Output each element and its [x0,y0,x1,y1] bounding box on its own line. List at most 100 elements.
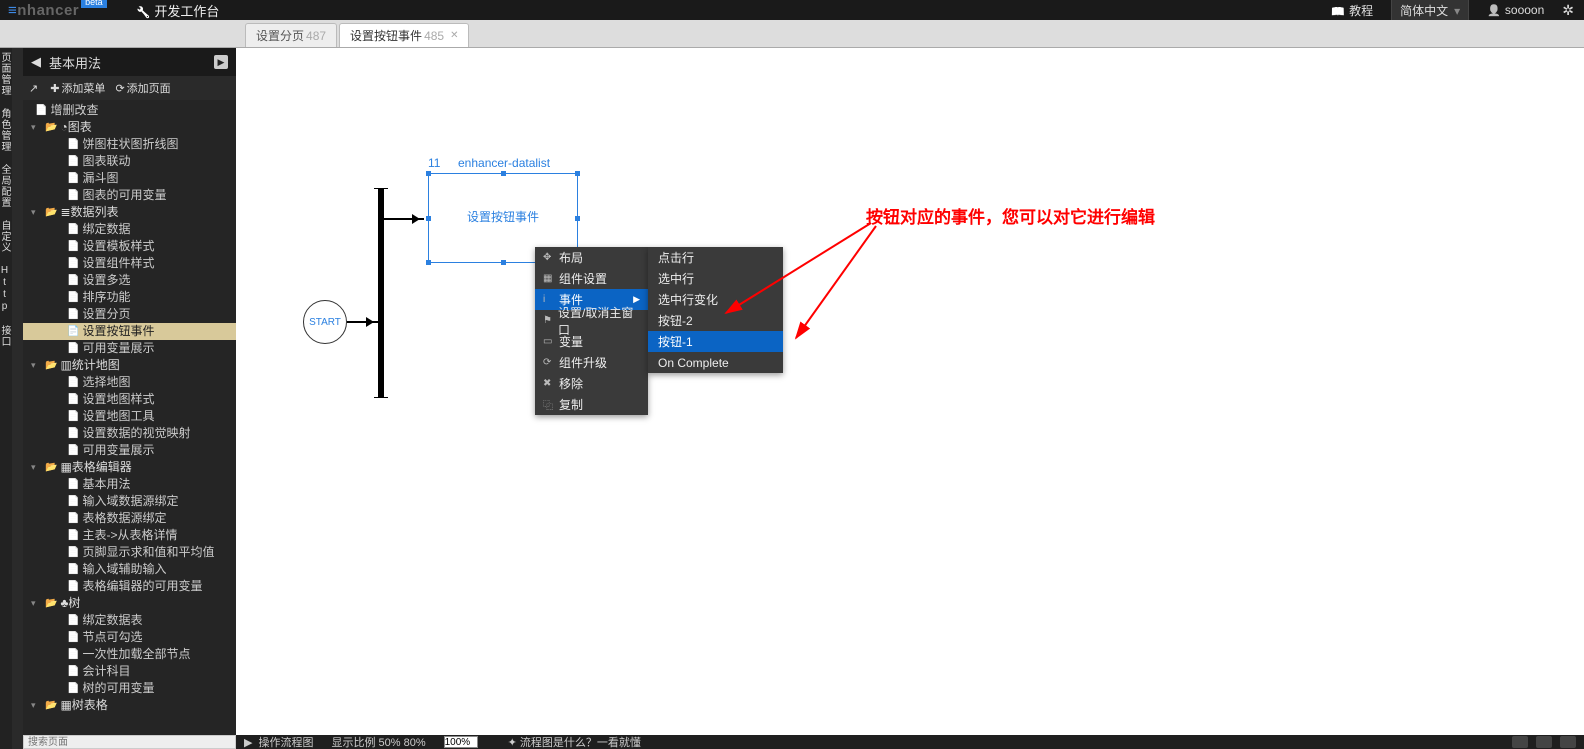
ctx-copy[interactable]: ⿻复制 [535,394,648,415]
tree-item[interactable]: 表格编辑器的可用变量 [23,578,236,595]
close-icon: ✖ [543,378,559,389]
settings-icon[interactable]: ✲ [1562,2,1574,19]
tree-item[interactable]: 绑定数据 [23,221,236,238]
search-input[interactable] [23,735,236,749]
tree-item[interactable]: 节点可勾选 [23,629,236,646]
connector [347,321,378,323]
copy-icon: ⿻ [543,397,559,412]
tab-label: 设置分页 [256,27,304,44]
folder-icon: 📂 [45,697,57,714]
ctx-settings[interactable]: ▦组件设置 [535,268,648,289]
submenu-item[interactable]: 选中行变化 [648,289,783,310]
tree-item[interactable]: 一次性加载全部节点 [23,646,236,663]
tree-item[interactable]: 漏斗图 [23,170,236,187]
tab-item[interactable]: 设置按钮事件485✕ [339,23,469,47]
tree-item[interactable]: 主表->从表格详情 [23,527,236,544]
tree-item[interactable]: 设置地图样式 [23,391,236,408]
folder-icon: 📂 [45,357,57,374]
vertical-nav[interactable]: 页面管理 角色管理 全局配置 自定义 Http 接口 [0,48,12,749]
grid-icon: ▦ [60,697,71,714]
submenu-item[interactable]: On Complete [648,352,783,373]
tree-item[interactable]: 设置分页 [23,306,236,323]
tree-group[interactable]: 📂▥统计地图 [23,357,236,374]
tree-item[interactable]: 页脚显示求和值和平均值 [23,544,236,561]
tree-item[interactable]: 饼图柱状图折线图 [23,136,236,153]
tool-icon[interactable] [1560,736,1576,748]
grid-icon: ▦ [543,273,559,284]
tree-item[interactable]: 增删改查 [23,102,236,119]
workbench-link[interactable]: 开发工作台 [137,1,220,20]
tree-item[interactable]: 选择地图 [23,374,236,391]
tree-item[interactable]: 图表的可用变量 [23,187,236,204]
ctx-mainwin[interactable]: ⚑设置/取消主窗口 [535,310,648,331]
sidebar-header: ◀ 基本用法 ▶ [23,48,236,76]
tree-item[interactable]: 可用变量展示 [23,340,236,357]
add-page-button[interactable]: 添加页面 [115,80,170,96]
zoom-label: 显示比例 50% 80% [331,735,425,749]
tutorial-link[interactable]: 教程 [1331,2,1373,19]
tree-item[interactable]: 表格数据源绑定 [23,510,236,527]
info-icon: i [543,294,559,305]
submenu-item[interactable]: 点击行 [648,247,783,268]
tree-group[interactable]: 📂≣数据列表 [23,204,236,221]
user-menu[interactable]: soooon [1487,3,1544,17]
tool-icon[interactable] [1512,736,1528,748]
play-icon[interactable]: ▶ [214,55,228,69]
tab-number: 487 [306,29,326,43]
widget-header: 11 enhancer-datalist [428,156,578,170]
tree-item[interactable]: 设置模板样式 [23,238,236,255]
tree-group[interactable]: 📂▦树表格 [23,697,236,714]
bottom-right-icons [1512,736,1576,748]
zoom-input[interactable] [444,736,478,748]
page-tree: 增删改查 📂◔图表 饼图柱状图折线图 图表联动 漏斗图 图表的可用变量 📂≣数据… [23,100,236,724]
back-icon[interactable]: ◀ [31,54,41,70]
ctx-remove[interactable]: ✖移除 [535,373,648,394]
tree-item[interactable]: 会计科目 [23,663,236,680]
tree-item[interactable]: 设置多选 [23,272,236,289]
widget-title: 设置按钮事件 [428,208,578,225]
refresh-icon: ⟳ [543,357,559,368]
context-submenu: 点击行 选中行 选中行变化 按钮-2 按钮-1 On Complete [648,247,783,373]
expand-icon[interactable] [29,82,40,95]
tool-icon[interactable] [1536,736,1552,748]
tree-group[interactable]: 📂▦表格编辑器 [23,459,236,476]
tab-item[interactable]: 设置分页487 [245,23,337,47]
widget-id: 11 [428,156,458,170]
tree-group[interactable]: 📂◔图表 [23,119,236,136]
sidebar-title: 基本用法 [49,53,101,72]
ctx-layout[interactable]: ✥布局 [535,247,648,268]
tree-item[interactable]: 输入域辅助输入 [23,561,236,578]
start-node[interactable]: START [303,300,347,344]
tree-item[interactable]: 绑定数据表 [23,612,236,629]
tip-text[interactable]: ✦ 流程图是什么？一看就懂 [508,735,641,749]
ctx-upgrade[interactable]: ⟳组件升级 [535,352,648,373]
tree-item[interactable]: 输入域数据源绑定 [23,493,236,510]
submenu-item[interactable]: 按钮-2 [648,310,783,331]
bottom-bar: ▶ 操作流程图 显示比例 50% 80% ✦ 流程图是什么？一看就懂 [236,735,1584,749]
tree-item[interactable]: 设置地图工具 [23,408,236,425]
tree-item[interactable]: 树的可用变量 [23,680,236,697]
tree-group[interactable]: 📂♣树 [23,595,236,612]
folder-icon: 📂 [45,595,57,612]
tab-label: 设置按钮事件 [350,27,422,44]
tree-item[interactable]: 设置组件样式 [23,255,236,272]
flow-canvas[interactable]: START 11 enhancer-datalist 设置按钮事件 ✥布局 ▦组… [236,48,1584,735]
move-icon: ✥ [543,252,559,263]
chart-icon: ◔ [60,119,67,136]
flow-label[interactable]: 操作流程图 [258,735,313,749]
top-bar: ≡nhancer beta 开发工作台 教程 简体中文 soooon ✲ [0,0,1584,20]
tree-item[interactable]: 排序功能 [23,289,236,306]
language-select[interactable]: 简体中文 [1391,0,1469,22]
flow-bar [378,188,384,398]
submenu-item-selected[interactable]: 按钮-1 [648,331,783,352]
submenu-item[interactable]: 选中行 [648,268,783,289]
tree-item[interactable]: 设置数据的视觉映射 [23,425,236,442]
sidebar: ◀ 基本用法 ▶ 添加菜单 添加页面 增删改查 📂◔图表 饼图柱状图折线图 图表… [23,48,236,749]
tree-item-selected[interactable]: 设置按钮事件 [23,323,236,340]
tree-item[interactable]: 基本用法 [23,476,236,493]
add-menu-button[interactable]: 添加菜单 [50,80,105,96]
close-icon[interactable]: ✕ [450,30,458,41]
tree-item[interactable]: 可用变量展示 [23,442,236,459]
chevron-right-icon[interactable]: ▶ [244,736,252,749]
tree-item[interactable]: 图表联动 [23,153,236,170]
